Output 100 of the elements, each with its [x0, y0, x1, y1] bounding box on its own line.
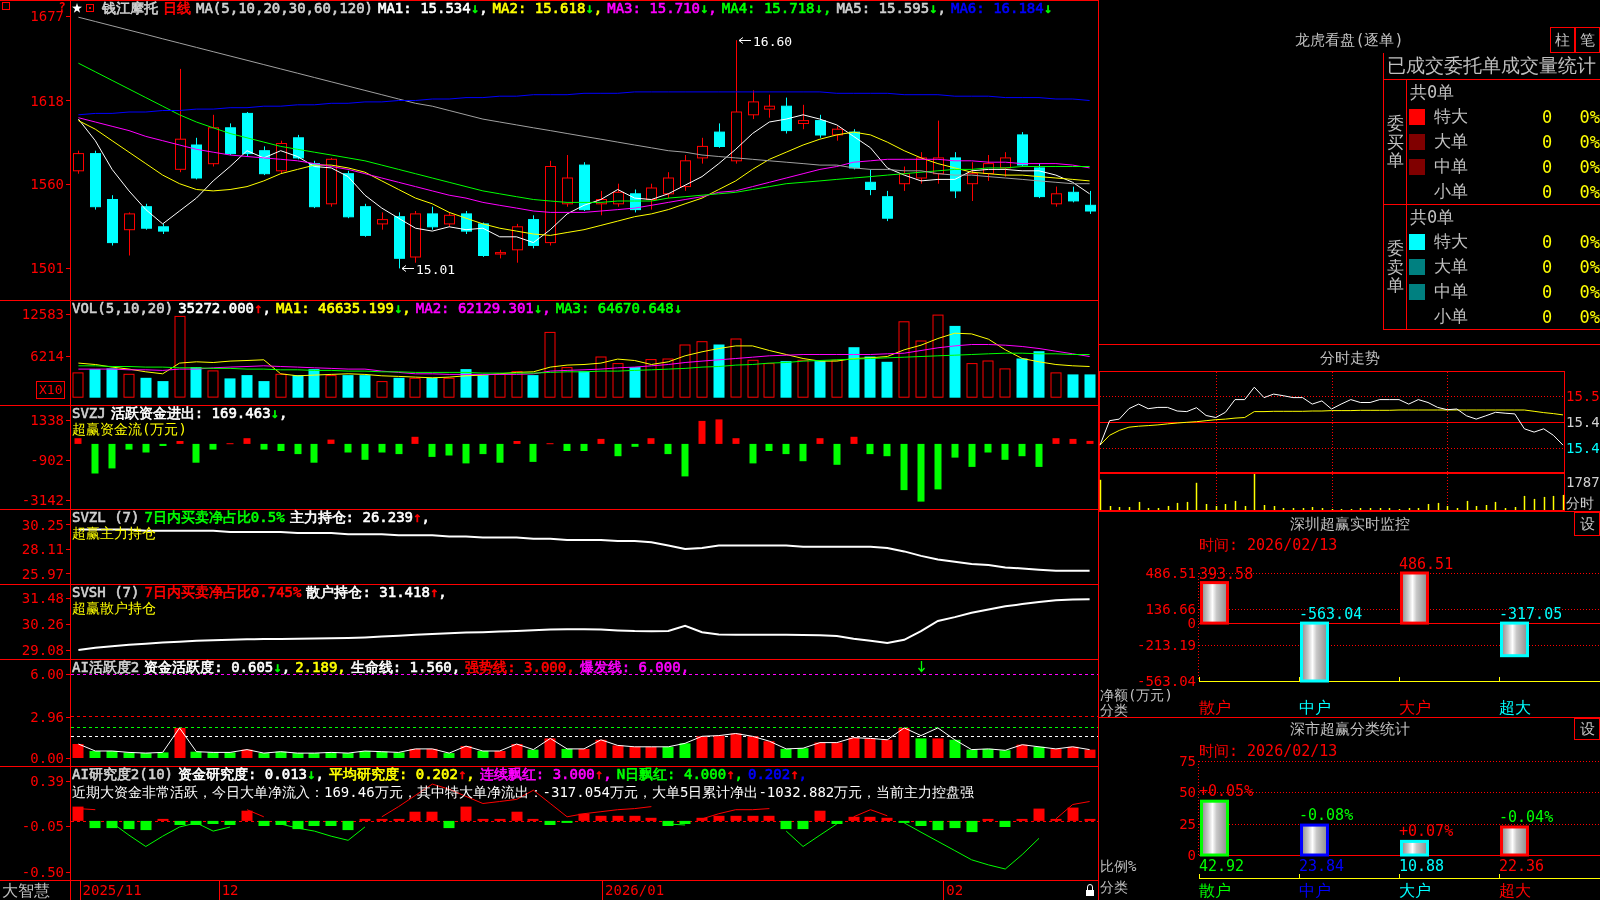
- activity-bar: [561, 748, 573, 758]
- candle: [596, 190, 607, 216]
- activity-bar: [157, 752, 169, 758]
- value-label: 393.58: [1199, 564, 1254, 583]
- candle: [528, 214, 539, 249]
- fund-flow-bar: [934, 443, 942, 490]
- fund-flow-bar: [462, 443, 470, 464]
- volume-bar: [106, 368, 118, 398]
- y-axis-label: 30.26: [21, 616, 64, 633]
- change-label: -0.08%: [1299, 806, 1354, 825]
- volume-bar: [511, 371, 523, 398]
- candle: [461, 210, 472, 235]
- research-bar: [595, 815, 607, 821]
- candle: [191, 137, 202, 180]
- legend-text: ,: [798, 766, 808, 782]
- settings-button[interactable]: 设: [1574, 718, 1600, 740]
- view-mode-button[interactable]: 笔: [1575, 27, 1600, 53]
- candle: [1068, 186, 1079, 203]
- fund-flow-bar: [361, 443, 369, 460]
- y-axis-label: 1338: [30, 412, 64, 428]
- side-label: 委买单: [1386, 113, 1404, 171]
- row-label: 大单: [1434, 255, 1468, 278]
- y-axis-label: 1501: [30, 260, 64, 277]
- research-bar: [527, 818, 539, 821]
- y-axis-label: 28.11: [21, 541, 64, 557]
- volume-bar: [460, 369, 472, 398]
- candle: [1017, 131, 1028, 167]
- count-value: 0: [1541, 181, 1553, 202]
- y-axis-label: 0.00: [30, 750, 64, 766]
- lock-icon: [1086, 884, 1094, 896]
- research-bar: [207, 820, 219, 824]
- activity-bar: [864, 738, 876, 758]
- research-bar: [730, 815, 742, 821]
- percent-value: 0%: [1579, 106, 1600, 127]
- unit-label: X10: [36, 381, 66, 399]
- candle: [124, 211, 135, 256]
- category-label: 散户: [1199, 881, 1231, 900]
- research-bar: [1016, 818, 1028, 821]
- count-value: 0: [1541, 306, 1553, 327]
- research-bar: [966, 820, 978, 833]
- candle: [1034, 163, 1045, 199]
- activity-bar: [460, 746, 472, 758]
- settings-button[interactable]: 设: [1574, 512, 1600, 536]
- legend-text: 资金研究度: 0.013: [178, 766, 308, 782]
- candle: [916, 151, 927, 185]
- legend-text: MA3: 15.710: [607, 0, 700, 16]
- fund-flow-bar: [647, 438, 655, 444]
- candle: [781, 97, 792, 134]
- activity-bar: [409, 748, 421, 758]
- fund-flow-bar: [850, 436, 858, 444]
- legend-text: ↓: [814, 0, 823, 16]
- volume-bar: [393, 377, 405, 398]
- view-mode-button[interactable]: 柱: [1550, 27, 1575, 53]
- legend-text: MA4: 15.718: [721, 0, 815, 16]
- value-label: 22.36: [1499, 857, 1545, 875]
- research-bar: [629, 815, 641, 821]
- legend-text: MA6: 16.184: [951, 0, 1044, 16]
- fund-flow-bar: [91, 443, 99, 474]
- legend-text: ,: [421, 509, 430, 525]
- volume-bar: [679, 344, 691, 398]
- value-label: 486.51: [1399, 555, 1454, 573]
- research-bar: [393, 818, 405, 821]
- fund-flow-bar: [765, 443, 773, 451]
- percent-value: 0%: [1579, 156, 1600, 177]
- research-bar: [1050, 818, 1062, 821]
- research-bar: [612, 815, 624, 821]
- count-value: 0: [1541, 156, 1553, 177]
- research-bar: [898, 820, 910, 823]
- research-bar: [174, 820, 186, 825]
- activity-bar: [932, 738, 944, 758]
- fund-flow-bar: [260, 443, 268, 450]
- candle: [495, 249, 506, 259]
- activity-bar: [662, 746, 674, 758]
- activity-bar: [426, 748, 438, 758]
- activity-bar: [527, 749, 539, 758]
- candle: [613, 183, 624, 208]
- volume-bar: [747, 359, 759, 398]
- candle: [326, 157, 337, 208]
- candle: [714, 122, 725, 149]
- y-axis-label: 1560: [30, 175, 64, 192]
- y-axis-label: 30.25: [21, 516, 64, 533]
- activity-bar: [578, 748, 590, 758]
- volume-bar: [713, 344, 725, 398]
- fund-flow-bar: [378, 443, 386, 453]
- percent-value: 0%: [1579, 131, 1600, 152]
- y-axis-label: -0.50: [21, 864, 64, 880]
- activity-bar: [477, 751, 489, 758]
- legend-text: ,: [593, 0, 603, 16]
- research-bar: [224, 820, 236, 825]
- activity-bar: [140, 753, 152, 758]
- fund-flow-bar: [1035, 443, 1043, 467]
- volume-bar: [89, 369, 101, 398]
- activity-bar: [494, 751, 506, 758]
- activity-bar: [713, 735, 725, 758]
- candle: [394, 211, 405, 269]
- volume-bar: [1016, 358, 1028, 398]
- value-bar: [1300, 621, 1329, 683]
- fund-flow-bar: [732, 438, 740, 444]
- candle: [1085, 190, 1096, 215]
- candle: [697, 137, 708, 165]
